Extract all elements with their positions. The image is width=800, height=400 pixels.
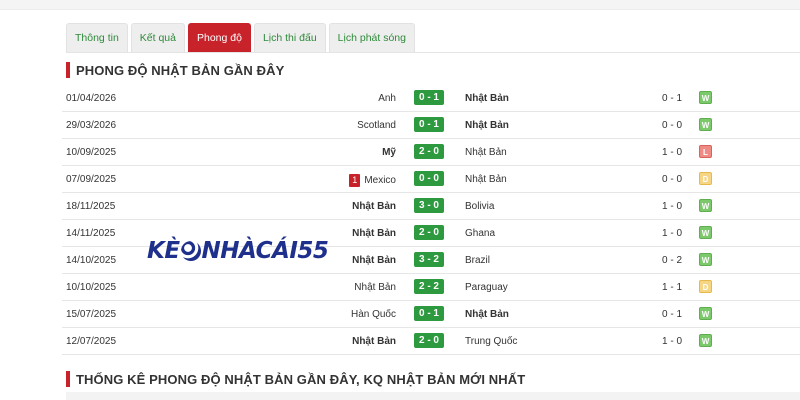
match-date: 01/04/2026 (66, 93, 117, 104)
score-badge[interactable]: 0 - 1 (414, 90, 444, 105)
match-row[interactable]: 18/11/2025 Nhật Bản 3 - 0 Bolivia 1 - 0 … (62, 193, 800, 220)
half-time-score: 1 - 0 (662, 336, 683, 347)
match-date: 18/11/2025 (66, 201, 116, 212)
half-time-score: 1 - 0 (662, 228, 683, 239)
watermark-text-1: KÈ (147, 238, 180, 264)
match-row[interactable]: 10/10/2025 Nhật Bản 2 - 2 Paraguay 1 - 1… (62, 274, 800, 301)
match-date: 07/09/2025 (66, 174, 117, 185)
score-badge[interactable]: 0 - 1 (414, 306, 444, 321)
match-row[interactable]: 12/07/2025 Nhật Bản 2 - 0 Trung Quốc 1 -… (62, 328, 800, 355)
score-badge[interactable]: 3 - 2 (414, 252, 444, 267)
match-date: 10/10/2025 (66, 282, 117, 293)
match-date: 15/07/2025 (66, 309, 117, 320)
score-badge[interactable]: 0 - 1 (414, 117, 444, 132)
section-title-stats: THỐNG KÊ PHONG ĐỘ NHẬT BẢN GẦN ĐÂY, KQ N… (66, 370, 525, 388)
tab-form[interactable]: Phong độ (187, 23, 251, 52)
away-team[interactable]: Nhật Bản (465, 309, 509, 320)
away-team[interactable]: Bolivia (465, 201, 494, 212)
home-team[interactable]: Mỹ (382, 147, 396, 158)
tab-info[interactable]: Thông tin (66, 23, 128, 52)
match-date: 12/07/2025 (66, 336, 117, 347)
home-team-name: Hàn Quốc (350, 309, 396, 320)
section-title-text: THỐNG KÊ PHONG ĐỘ NHẬT BẢN GẦN ĐÂY, KQ N… (76, 371, 526, 387)
home-team-name: Scotland (357, 120, 396, 131)
home-team-name: Nhật Bản (352, 228, 396, 239)
score-badge[interactable]: 3 - 0 (414, 198, 444, 213)
score-badge[interactable]: 2 - 2 (414, 279, 444, 294)
result-badge: W (699, 118, 712, 131)
home-team-name: Mexico (364, 175, 396, 186)
home-team[interactable]: Nhật Bản (352, 255, 396, 266)
home-team[interactable]: 1 Mexico (349, 174, 396, 187)
section-title-recent-form: PHONG ĐỘ NHẬT BẢN GẦN ĐÂY (66, 61, 284, 79)
home-team[interactable]: Nhật Bản (352, 336, 396, 347)
match-row[interactable]: 15/07/2025 Hàn Quốc 0 - 1 Nhật Bản 0 - 1… (62, 301, 800, 328)
away-team[interactable]: Nhật Bản (465, 174, 507, 185)
half-time-score: 0 - 2 (662, 255, 683, 266)
soccer-ball-icon (180, 241, 201, 261)
away-team[interactable]: Trung Quốc (465, 336, 517, 347)
away-team[interactable]: Nhật Bản (465, 93, 509, 104)
half-time-score: 0 - 1 (662, 309, 683, 320)
away-team[interactable]: Paraguay (465, 282, 508, 293)
match-date: 14/11/2025 (66, 228, 116, 239)
home-team[interactable]: Nhật Bản (352, 201, 396, 212)
home-team[interactable]: Anh (378, 93, 396, 104)
home-team-name: Mỹ (382, 147, 396, 158)
away-team[interactable]: Ghana (465, 228, 495, 239)
match-row[interactable]: 29/03/2026 Scotland 0 - 1 Nhật Bản 0 - 0… (62, 112, 800, 139)
result-badge: W (699, 91, 712, 104)
half-time-score: 0 - 1 (662, 93, 683, 104)
match-date: 10/09/2025 (66, 147, 117, 158)
home-team-name: Nhật Bản (352, 255, 396, 266)
match-date: 29/03/2026 (66, 120, 117, 131)
result-badge: W (699, 226, 712, 239)
away-team[interactable]: Nhật Bản (465, 120, 509, 131)
score-badge[interactable]: 2 - 0 (414, 333, 444, 348)
tab-bar: Thông tin Kết quả Phong độ Lịch thi đấu … (66, 23, 415, 52)
home-team-name: Nhật Bản (352, 201, 396, 212)
home-team-name: Nhật Bản (352, 336, 396, 347)
half-time-score: 0 - 0 (662, 174, 683, 185)
section-title-text: PHONG ĐỘ NHẬT BẢN GẦN ĐÂY (76, 62, 285, 78)
home-team[interactable]: Nhật Bản (354, 282, 396, 293)
bottom-strip (66, 392, 800, 400)
away-team[interactable]: Nhật Bản (465, 147, 507, 158)
home-team[interactable]: Nhật Bản (352, 228, 396, 239)
result-badge: D (699, 280, 712, 293)
section-title-bar (66, 62, 70, 78)
watermark-logo: KÈ NHÀCÁI55 (147, 236, 329, 266)
result-badge: W (699, 199, 712, 212)
match-date: 14/10/2025 (66, 255, 117, 266)
score-badge[interactable]: 0 - 0 (414, 171, 444, 186)
result-badge: W (699, 334, 712, 347)
score-badge[interactable]: 2 - 0 (414, 225, 444, 240)
half-time-score: 0 - 0 (662, 120, 683, 131)
home-team-name: Anh (378, 93, 396, 104)
half-time-score: 1 - 0 (662, 147, 683, 158)
tab-results[interactable]: Kết quả (130, 23, 185, 52)
half-time-score: 1 - 1 (662, 282, 683, 293)
match-row[interactable]: 10/09/2025 Mỹ 2 - 0 Nhật Bản 1 - 0 L (62, 139, 800, 166)
section-title-bar (66, 371, 70, 387)
home-team[interactable]: Scotland (357, 120, 396, 131)
home-team[interactable]: Hàn Quốc (351, 309, 396, 320)
top-bar (0, 0, 800, 10)
result-badge: W (699, 307, 712, 320)
result-badge: L (699, 145, 712, 158)
tab-divider (66, 52, 800, 53)
match-list: 01/04/2026 Anh 0 - 1 Nhật Bản 0 - 1 W 29… (62, 85, 800, 355)
watermark-text-2: NHÀCÁI55 (201, 238, 329, 264)
home-team-name: Nhật Bản (354, 282, 396, 293)
half-time-score: 1 - 0 (662, 201, 683, 212)
score-badge[interactable]: 2 - 0 (414, 144, 444, 159)
red-card-icon: 1 (349, 174, 361, 187)
match-row[interactable]: 07/09/2025 1 Mexico 0 - 0 Nhật Bản 0 - 0 … (62, 166, 800, 193)
away-team[interactable]: Brazil (465, 255, 490, 266)
match-row[interactable]: 01/04/2026 Anh 0 - 1 Nhật Bản 0 - 1 W (62, 85, 800, 112)
tab-fixtures[interactable]: Lịch thi đấu (253, 23, 326, 52)
tab-broadcast[interactable]: Lịch phát sóng (328, 23, 415, 52)
result-badge: D (699, 172, 712, 185)
result-badge: W (699, 253, 712, 266)
